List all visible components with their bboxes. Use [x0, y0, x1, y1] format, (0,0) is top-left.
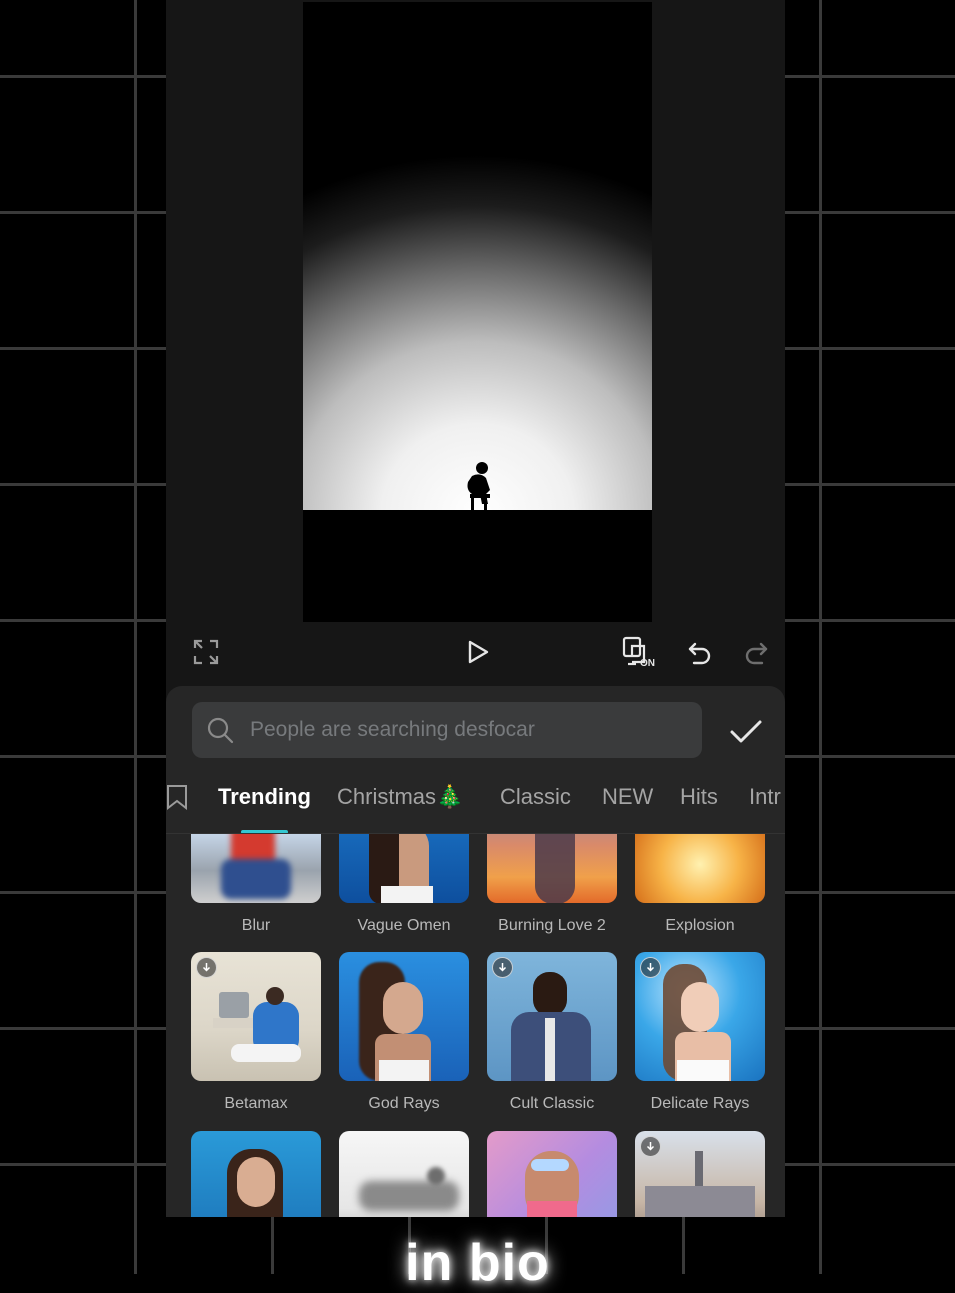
effect-thumbnail — [191, 1131, 321, 1217]
preview-toggle-button[interactable]: ON — [614, 630, 666, 674]
download-badge — [492, 957, 513, 978]
tab-hits[interactable]: Hits — [680, 784, 718, 810]
preview-ground — [303, 510, 652, 622]
effect-thumbnail — [487, 834, 617, 903]
undo-button[interactable] — [678, 630, 722, 674]
tab-trending[interactable]: Trending — [218, 784, 311, 810]
bookmark-icon[interactable] — [166, 784, 188, 810]
download-icon — [202, 963, 211, 972]
effect-item[interactable] — [339, 1131, 469, 1217]
effect-thumbnail — [191, 834, 321, 903]
person-silhouette — [467, 462, 490, 514]
effect-label: Vague Omen — [357, 917, 451, 934]
download-badge — [640, 957, 661, 978]
checkmark-icon — [730, 720, 762, 743]
preview-sky — [303, 2, 652, 514]
preview-toggle-badge: ON — [640, 658, 655, 669]
undo-icon — [688, 642, 711, 665]
effect-thumbnail — [635, 1131, 765, 1217]
effect-label: Delicate Rays — [650, 1095, 750, 1112]
category-tabs: Trending Christmas🎄 Classic NEW Hits Int… — [166, 774, 785, 834]
preview-toolbar: ON — [166, 622, 785, 686]
download-icon — [498, 963, 507, 972]
tab-new[interactable]: NEW — [602, 784, 653, 810]
effects-panel: Trending Christmas🎄 Classic NEW Hits Int… — [166, 686, 785, 1217]
effect-item[interactable]: Burning Love 2 — [487, 834, 617, 937]
download-badge — [640, 1136, 661, 1157]
effect-item[interactable]: Vague Omen — [339, 834, 469, 937]
effect-thumbnail — [487, 952, 617, 1081]
video-editor-app: ON People are searching desfocar Trendin… — [166, 0, 785, 1217]
effect-thumbnail — [339, 1131, 469, 1217]
effect-item[interactable]: Delicate Rays — [635, 952, 765, 1115]
effect-label: Explosion — [665, 917, 735, 934]
effect-label: Betamax — [224, 1095, 288, 1112]
download-icon — [646, 1142, 655, 1151]
confirm-button[interactable] — [722, 708, 770, 756]
effect-thumbnail — [635, 834, 765, 903]
fullscreen-button[interactable] — [184, 630, 228, 674]
effect-label: Burning Love 2 — [498, 917, 606, 934]
play-icon — [468, 640, 489, 664]
effect-label: Blur — [241, 917, 271, 934]
tab-intro[interactable]: Intr — [749, 784, 781, 810]
tab-christmas[interactable]: Christmas🎄 — [337, 784, 463, 810]
play-button[interactable] — [456, 630, 500, 674]
redo-icon — [745, 642, 768, 665]
effect-item[interactable]: Betamax — [191, 952, 321, 1115]
search-icon-container — [192, 702, 248, 758]
effect-label: Cult Classic — [509, 1095, 595, 1112]
effect-item[interactable]: God Rays — [339, 952, 469, 1115]
effect-label: God Rays — [368, 1095, 440, 1112]
search-bar[interactable] — [192, 702, 702, 758]
effect-item[interactable] — [487, 1131, 617, 1217]
effects-grid: Blur Vague Omen Burning Love 2 Explosion — [166, 834, 785, 1217]
tab-classic[interactable]: Classic — [500, 784, 571, 810]
search-input[interactable] — [248, 717, 682, 743]
effect-item[interactable]: Explosion — [635, 834, 765, 937]
fullscreen-icon — [193, 639, 219, 665]
effect-item[interactable]: Blur — [191, 834, 321, 937]
video-caption: in bio — [0, 1217, 955, 1292]
video-preview[interactable] — [303, 2, 652, 622]
effect-thumbnail — [339, 952, 469, 1081]
search-icon — [207, 717, 234, 744]
effect-item[interactable] — [191, 1131, 321, 1217]
download-badge — [196, 957, 217, 978]
effect-item[interactable] — [635, 1131, 765, 1217]
effect-thumbnail — [487, 1131, 617, 1217]
effect-thumbnail — [635, 952, 765, 1081]
download-icon — [646, 963, 655, 972]
redo-button[interactable] — [734, 630, 778, 674]
caption-text: in bio — [405, 1234, 550, 1292]
effect-thumbnail — [191, 952, 321, 1081]
effect-thumbnail — [339, 834, 469, 903]
effect-item[interactable]: Cult Classic — [487, 952, 617, 1115]
